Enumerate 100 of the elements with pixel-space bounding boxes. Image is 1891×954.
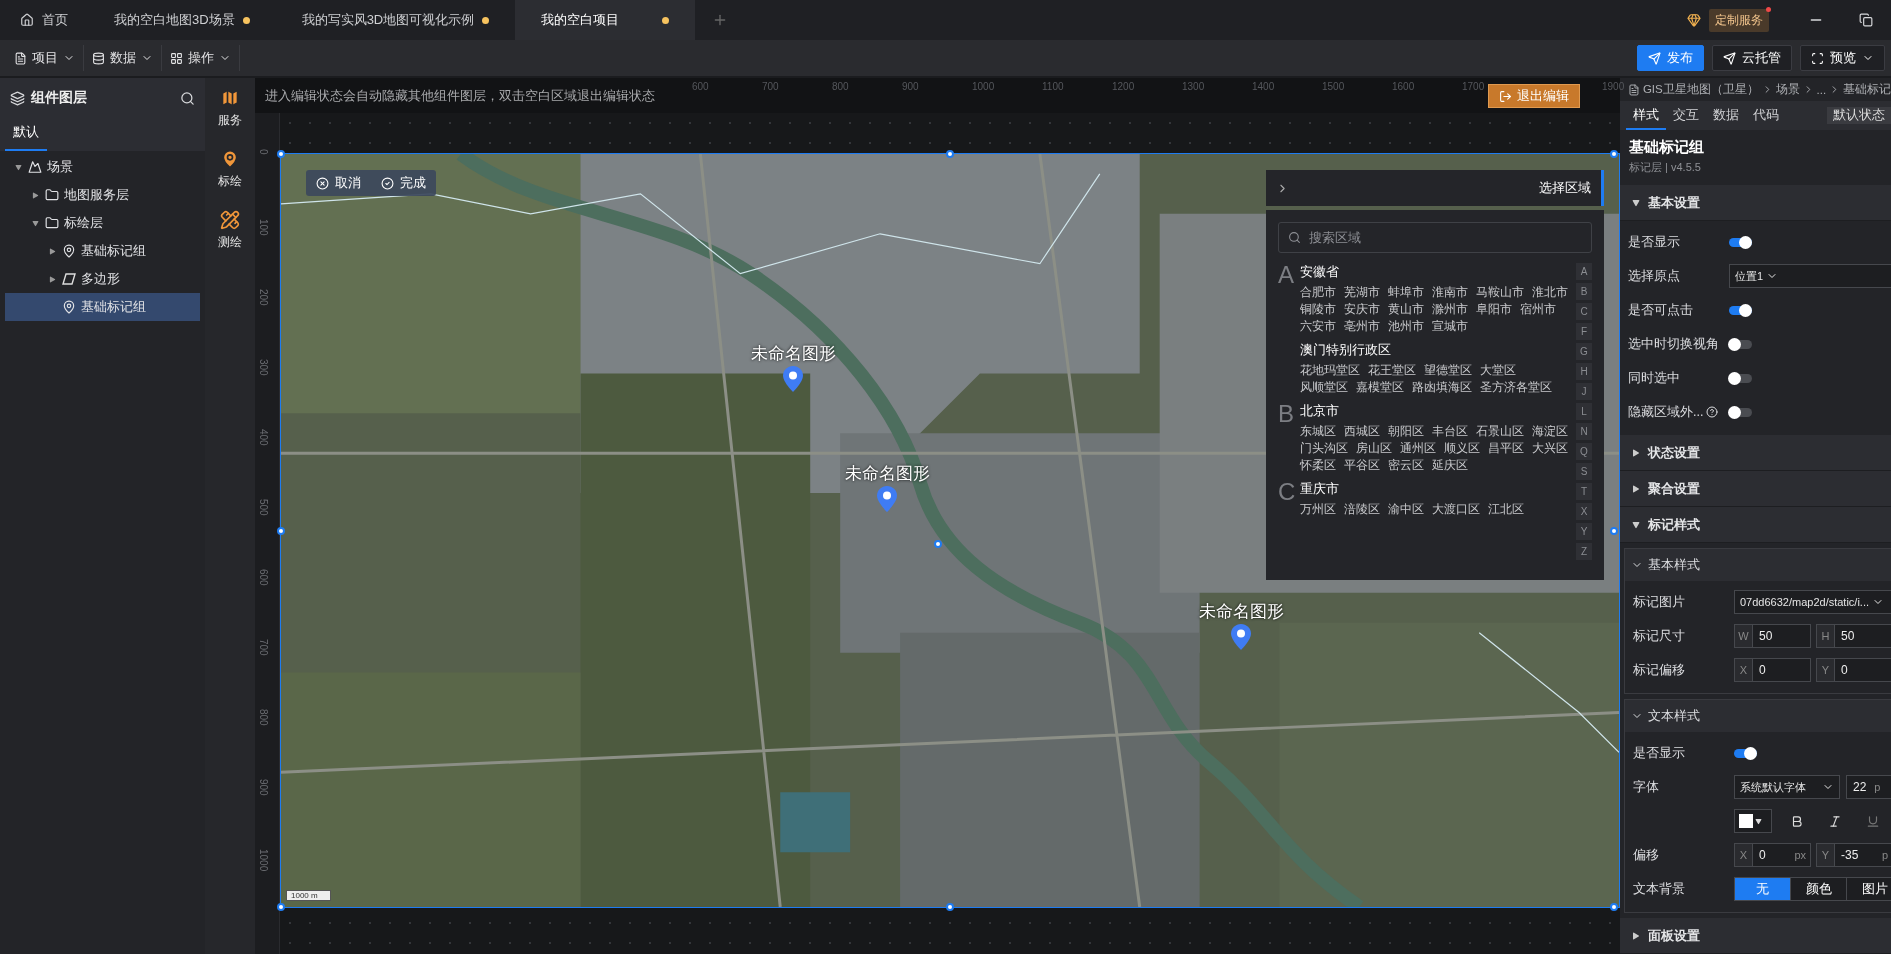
city-item[interactable]: 江北区	[1488, 502, 1524, 516]
index-letter[interactable]: S	[1576, 463, 1592, 480]
layer-item[interactable]: 场景	[5, 153, 200, 181]
menu-button[interactable]: 操作	[162, 45, 240, 71]
province-name[interactable]: 重庆市	[1300, 480, 1568, 498]
city-item[interactable]: 芜湖市	[1344, 285, 1380, 299]
index-letter[interactable]: Q	[1576, 443, 1592, 460]
city-item[interactable]: 怀柔区	[1300, 458, 1336, 472]
index-letter[interactable]: J	[1576, 383, 1592, 400]
group-header[interactable]: 基本样式	[1625, 549, 1891, 581]
select-field[interactable]: 位置1	[1729, 264, 1891, 288]
section-header[interactable]: 标记样式	[1620, 507, 1891, 543]
city-item[interactable]: 万州区	[1300, 502, 1336, 516]
city-item[interactable]: 涪陵区	[1344, 502, 1380, 516]
city-item[interactable]: 合肥市	[1300, 285, 1336, 299]
segment-option[interactable]: 图片	[1847, 878, 1891, 900]
city-item[interactable]: 大渡口区	[1432, 502, 1480, 516]
section-header[interactable]: 基本设置	[1620, 185, 1891, 221]
breadcrumb-item[interactable]: ...	[1816, 83, 1827, 96]
breadcrumb-item[interactable]: GIS卫星地图（卫星）	[1642, 82, 1759, 97]
city-item[interactable]: 马鞍山市	[1476, 285, 1524, 299]
index-letter[interactable]: B	[1576, 283, 1592, 300]
city-item[interactable]: 花王堂区	[1368, 363, 1416, 377]
section-header[interactable]: 状态设置	[1620, 435, 1891, 471]
layer-item[interactable]: 基础标记组	[5, 293, 200, 321]
city-item[interactable]: 西城区	[1344, 424, 1380, 438]
toolbar-button[interactable]: 云托管	[1712, 45, 1792, 71]
index-letter[interactable]: X	[1576, 503, 1592, 520]
number-field[interactable]: Y 0	[1816, 658, 1891, 682]
custom-service-badge[interactable]: 定制服务	[1709, 8, 1769, 32]
index-letter[interactable]: Y	[1576, 523, 1592, 540]
layer-item[interactable]: 标绘层	[5, 209, 200, 237]
city-item[interactable]: 滁州市	[1432, 302, 1468, 316]
city-item[interactable]: 海淀区	[1532, 424, 1568, 438]
number-field[interactable]: X 0	[1734, 658, 1811, 682]
city-item[interactable]: 路凼填海区	[1412, 380, 1472, 394]
index-letter[interactable]: G	[1576, 343, 1592, 360]
index-letter[interactable]: N	[1576, 423, 1592, 440]
breadcrumb-item[interactable]: 场景	[1775, 82, 1800, 97]
city-item[interactable]: 淮南市	[1432, 285, 1468, 299]
done-button[interactable]: 完成	[371, 170, 436, 196]
property-tab[interactable]: 交互	[1666, 101, 1706, 130]
number-field[interactable]: X 0 px	[1734, 843, 1811, 867]
menu-button[interactable]: 项目	[6, 45, 84, 71]
city-item[interactable]: 风顺堂区	[1300, 380, 1348, 394]
city-item[interactable]: 花地玛堂区	[1300, 363, 1360, 377]
city-item[interactable]: 大堂区	[1480, 363, 1516, 377]
region-picker-header[interactable]: 选择区域	[1266, 170, 1604, 206]
city-item[interactable]: 安庆市	[1344, 302, 1380, 316]
city-item[interactable]: 宣城市	[1432, 319, 1468, 333]
index-letter[interactable]: L	[1576, 403, 1592, 420]
city-item[interactable]: 亳州市	[1344, 319, 1380, 333]
number-field[interactable]: Y -35 p	[1816, 843, 1891, 867]
city-item[interactable]: 密云区	[1388, 458, 1424, 472]
toolbar-button[interactable]: 发布	[1637, 45, 1704, 71]
font-select[interactable]: 系统默认字体	[1734, 775, 1840, 799]
toolbar-button[interactable]: 预览	[1800, 45, 1885, 71]
province-name[interactable]: 安徽省	[1300, 263, 1568, 281]
tool-button[interactable]: 服务	[218, 88, 242, 129]
tool-button[interactable]: 测绘	[218, 210, 242, 251]
segment-option[interactable]: 颜色	[1791, 878, 1847, 900]
city-item[interactable]: 铜陵市	[1300, 302, 1336, 316]
city-item[interactable]: 延庆区	[1432, 458, 1468, 472]
city-item[interactable]: 黄山市	[1388, 302, 1424, 316]
index-letter[interactable]: C	[1576, 303, 1592, 320]
city-item[interactable]: 圣方济各堂区	[1480, 380, 1552, 394]
index-letter[interactable]: T	[1576, 483, 1592, 500]
province-name[interactable]: 北京市	[1300, 402, 1568, 420]
state-select[interactable]: 默认状态	[1827, 107, 1891, 124]
section-header[interactable]: 面板设置	[1620, 918, 1891, 954]
city-item[interactable]: 顺义区	[1444, 441, 1480, 455]
number-field[interactable]: H 50	[1816, 624, 1891, 648]
city-item[interactable]: 望德堂区	[1424, 363, 1472, 377]
document-tab[interactable]: 我的写实风3D地图可视化示例	[275, 0, 516, 40]
index-letter[interactable]: H	[1576, 363, 1592, 380]
layer-item[interactable]: 多边形	[5, 265, 200, 293]
cancel-button[interactable]: 取消	[306, 170, 371, 196]
document-tab[interactable]: 我的空白地图3D场景	[88, 0, 276, 40]
city-item[interactable]: 东城区	[1300, 424, 1336, 438]
city-item[interactable]: 嘉模堂区	[1356, 380, 1404, 394]
number-field[interactable]: W 50	[1734, 624, 1811, 648]
layer-item[interactable]: 基础标记组	[5, 237, 200, 265]
select-field[interactable]: 07dd6632/map2d/static/i...	[1734, 590, 1891, 614]
property-tab[interactable]: 代码	[1746, 101, 1786, 130]
city-item[interactable]: 门头沟区	[1300, 441, 1348, 455]
city-item[interactable]: 丰台区	[1432, 424, 1468, 438]
city-item[interactable]: 大兴区	[1532, 441, 1568, 455]
index-letter[interactable]: Z	[1576, 543, 1592, 560]
font-size-field[interactable]: 22 p	[1846, 775, 1891, 799]
city-item[interactable]: 通州区	[1400, 441, 1436, 455]
menu-button[interactable]: 数据	[84, 45, 162, 71]
city-item[interactable]: 房山区	[1356, 441, 1392, 455]
province-name[interactable]: 澳门特别行政区	[1300, 341, 1568, 359]
layer-tab[interactable]: 默认	[5, 123, 47, 151]
document-tab[interactable]: 首页	[0, 0, 88, 40]
property-tab[interactable]: 样式	[1626, 101, 1666, 130]
city-item[interactable]: 平谷区	[1344, 458, 1380, 472]
city-item[interactable]: 六安市	[1300, 319, 1336, 333]
tool-button[interactable]: 标绘	[218, 149, 242, 190]
search-field[interactable]: 搜索区域	[1278, 222, 1592, 253]
